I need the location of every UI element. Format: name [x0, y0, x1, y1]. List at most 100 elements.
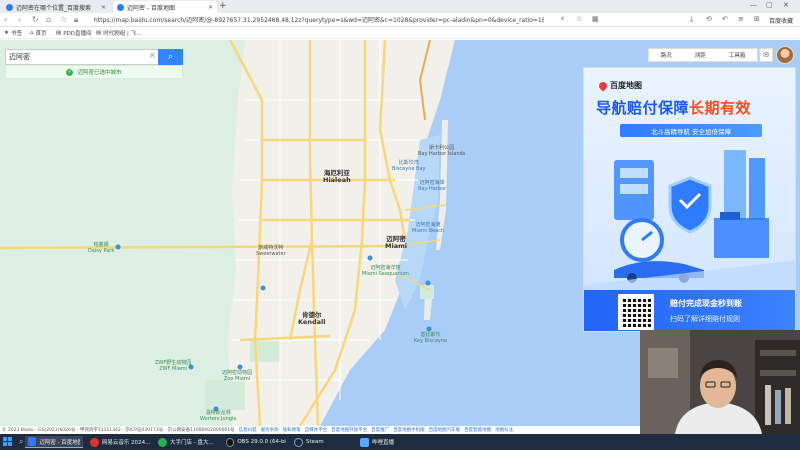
browser-icon	[28, 437, 37, 446]
map-label-seaquarium[interactable]: 迈阿密海洋馆 Miami Seaquarium	[362, 265, 409, 277]
ad-illustration	[584, 150, 795, 290]
footer-link[interactable]: 自媒体平台	[305, 427, 328, 433]
search-suggestion[interactable]: ✓ 迈阿密已选中城市	[5, 65, 183, 79]
footer-link[interactable]: 信息纠错	[239, 427, 257, 433]
copyright-bar: © 2023 Baidu - GS(2021)6026号 - 甲测资字11111…	[0, 426, 640, 434]
footer-link[interactable]: 服务条款	[261, 427, 279, 433]
extension-label[interactable]: 百度收藏	[769, 16, 793, 25]
tab-label: 迈阿密在哪个位置_百度搜索	[16, 4, 92, 12]
taskbar-item-store[interactable]: 大手门店 - 盘大...	[155, 436, 221, 448]
map-label-key-biscayne[interactable]: 基比斯坎 Key Biscayne	[414, 332, 447, 344]
copyright-text: © 2023 Baidu - GS(2021)6026号 - 甲测资字11111…	[2, 428, 235, 433]
qr-code[interactable]	[618, 294, 654, 330]
ad-footer-sub: 扫码了解详细赔付规则	[670, 315, 740, 323]
grid-icon[interactable]: ⊞	[754, 15, 760, 23]
history-icon[interactable]: ⟲	[706, 15, 712, 23]
folder-icon: ▤	[56, 30, 62, 36]
bookmark-icon[interactable]: ☆	[576, 15, 582, 23]
baidu-map-icon	[117, 3, 124, 11]
map-pin-icon	[597, 79, 609, 92]
map-label-biscayne[interactable]: 比斯坎湾 Biscayne Bay	[392, 160, 425, 172]
translate-icon[interactable]: ⚡	[560, 15, 565, 23]
footer-link[interactable]: 地图标注	[495, 427, 513, 433]
map-label-zoo[interactable]: 迈阿密动物园 Zoo Miami	[222, 370, 252, 382]
close-window-button[interactable]: ✕	[783, 1, 789, 9]
taskbar-item-music[interactable]: 网易云音乐 2024...	[87, 436, 153, 448]
tab-baidu-map[interactable]: 迈阿密 - 百度地图 ✕	[113, 1, 217, 13]
footer-link[interactable]: 百度智能地图	[464, 427, 491, 433]
bookmark-item[interactable]: ⌂ 首页	[30, 29, 47, 37]
extension-icon[interactable]: ▦	[592, 15, 599, 23]
baidu-icon	[6, 3, 13, 11]
suggestion-text: 迈阿密已选中城市	[77, 70, 122, 76]
taskbar-item-steam[interactable]: Steam	[291, 436, 331, 448]
close-tab-icon[interactable]: ✕	[208, 4, 213, 11]
bookmark-item[interactable]: ★ 书签	[4, 29, 22, 37]
map-label-hialeah[interactable]: 海厄利亚 Hialeah	[323, 170, 351, 184]
message-button[interactable]: ✉	[759, 48, 773, 62]
bookmark-item[interactable]: ▤ 时代剧组 | 飞...	[96, 29, 141, 37]
forward-icon[interactable]: ›	[18, 15, 21, 24]
back-icon[interactable]: ‹	[4, 15, 7, 24]
close-tab-icon[interactable]: ✕	[101, 4, 106, 11]
footer-link[interactable]: 百度地图开放平台	[331, 427, 367, 433]
search-button[interactable]: ⌕	[158, 49, 183, 65]
home-icon: ⌂	[30, 30, 34, 36]
music-icon	[90, 437, 99, 447]
map-label-sweetwater[interactable]: 斯威特沃特 Sweetwater	[256, 245, 286, 257]
avatar[interactable]	[776, 46, 794, 64]
footer-link[interactable]: 隐私政策	[283, 427, 301, 433]
map-toolbar: 路况 测距 工具箱	[648, 48, 758, 62]
reload-icon[interactable]: ↻	[32, 15, 39, 24]
ad-headline: 导航赔付保障长期有效	[596, 99, 752, 117]
webcam-overlay	[640, 330, 800, 434]
ad-banner[interactable]: 百度地图 导航赔付保障长期有效 北斗高精导航 安全加倍保障 赔付完成现金秒到账 …	[583, 67, 796, 332]
obs-icon	[226, 437, 235, 447]
taskbar-item-browser[interactable]: 迈阿密 - 百度地图	[25, 436, 83, 448]
menu-icon[interactable]: ≡	[738, 15, 744, 23]
map-label-zwf[interactable]: ZWF野生动物园 ZWF Miami	[155, 360, 191, 372]
folder-icon: ▤	[96, 30, 102, 36]
check-icon: ✓	[66, 68, 74, 76]
undo-icon[interactable]: ↶	[722, 15, 728, 23]
park-area	[420, 285, 434, 299]
star-icon[interactable]: ☆	[60, 15, 67, 24]
lock-icon: 🔒︎	[74, 15, 79, 24]
maximize-button[interactable]: ▢	[766, 1, 773, 9]
ad-subline: 北斗高精导航 安全加倍保障	[620, 124, 762, 137]
bookmark-item[interactable]: ▤ PDD直播间	[56, 29, 92, 37]
map-label-kendall[interactable]: 肯德尔 Kendall	[298, 312, 325, 326]
measure-button[interactable]: 测距	[695, 51, 706, 59]
new-tab-button[interactable]: +	[219, 1, 227, 11]
map-label-miami[interactable]: 迈阿密 Miami	[385, 236, 407, 250]
address-bar: ‹ › ↻ ⌂ ☆ 🔒︎ https://map.baidu.com/searc…	[0, 13, 800, 27]
download-icon[interactable]: ⤓	[690, 15, 693, 24]
taskbar-item-bilibili[interactable]: 哔哩直播	[357, 436, 401, 448]
windows-start-icon[interactable]	[3, 437, 13, 447]
map-label-bay[interactable]: 迈阿密海岸 Bay Harbor	[418, 180, 446, 192]
map-label-park[interactable]: 帕塞姆 Daisy Park	[88, 242, 114, 254]
footer-link[interactable]: 百度推广	[371, 427, 389, 433]
toolbox-button[interactable]: 工具箱	[729, 51, 746, 59]
taskbar-item-obs[interactable]: OBS 29.0.0 (64-bi...	[223, 436, 289, 448]
footer-link[interactable]: 百度地图汽车版	[429, 427, 461, 433]
everglades-area	[0, 40, 245, 426]
map-label-worters[interactable]: 温特斯丛林 Worters Jungle	[200, 410, 237, 422]
bookmarks-bar: ★ 书签 ⌂ 首页 ▤ PDD直播间 ▤ 时代剧组 | 飞...	[0, 27, 800, 39]
tab-baidu-search[interactable]: 迈阿密在哪个位置_百度搜索 ✕	[2, 1, 110, 13]
map-label-bay-harbor[interactable]: 斯卡利公园 Bay Harbor Islands	[418, 145, 465, 157]
tab-bar: 迈阿密在哪个位置_百度搜索 ✕ 迈阿密 - 百度地图 ✕ + — ▢ ✕	[0, 0, 800, 13]
footer-link[interactable]: 百度地图手机版	[393, 427, 425, 433]
tab-label: 迈阿密 - 百度地图	[127, 4, 175, 12]
bilibili-icon	[360, 437, 369, 447]
minimize-button[interactable]: —	[750, 1, 757, 9]
message-icon: ✉	[763, 51, 769, 59]
clear-icon[interactable]: ✕	[149, 51, 156, 60]
url-field[interactable]: https://map.baidu.com/search/迈阿密/@-89276…	[94, 15, 544, 25]
traffic-button[interactable]: 路况	[661, 51, 672, 59]
steam-icon	[294, 437, 303, 447]
home-icon[interactable]: ⌂	[46, 15, 51, 24]
map-label-miami-beach[interactable]: 迈阿密海滩 Miami Beach	[412, 222, 444, 234]
search-input[interactable]	[6, 50, 162, 64]
ad-footer: 赔付完成现金秒到账 扫码了解详细赔付规则	[584, 290, 795, 331]
